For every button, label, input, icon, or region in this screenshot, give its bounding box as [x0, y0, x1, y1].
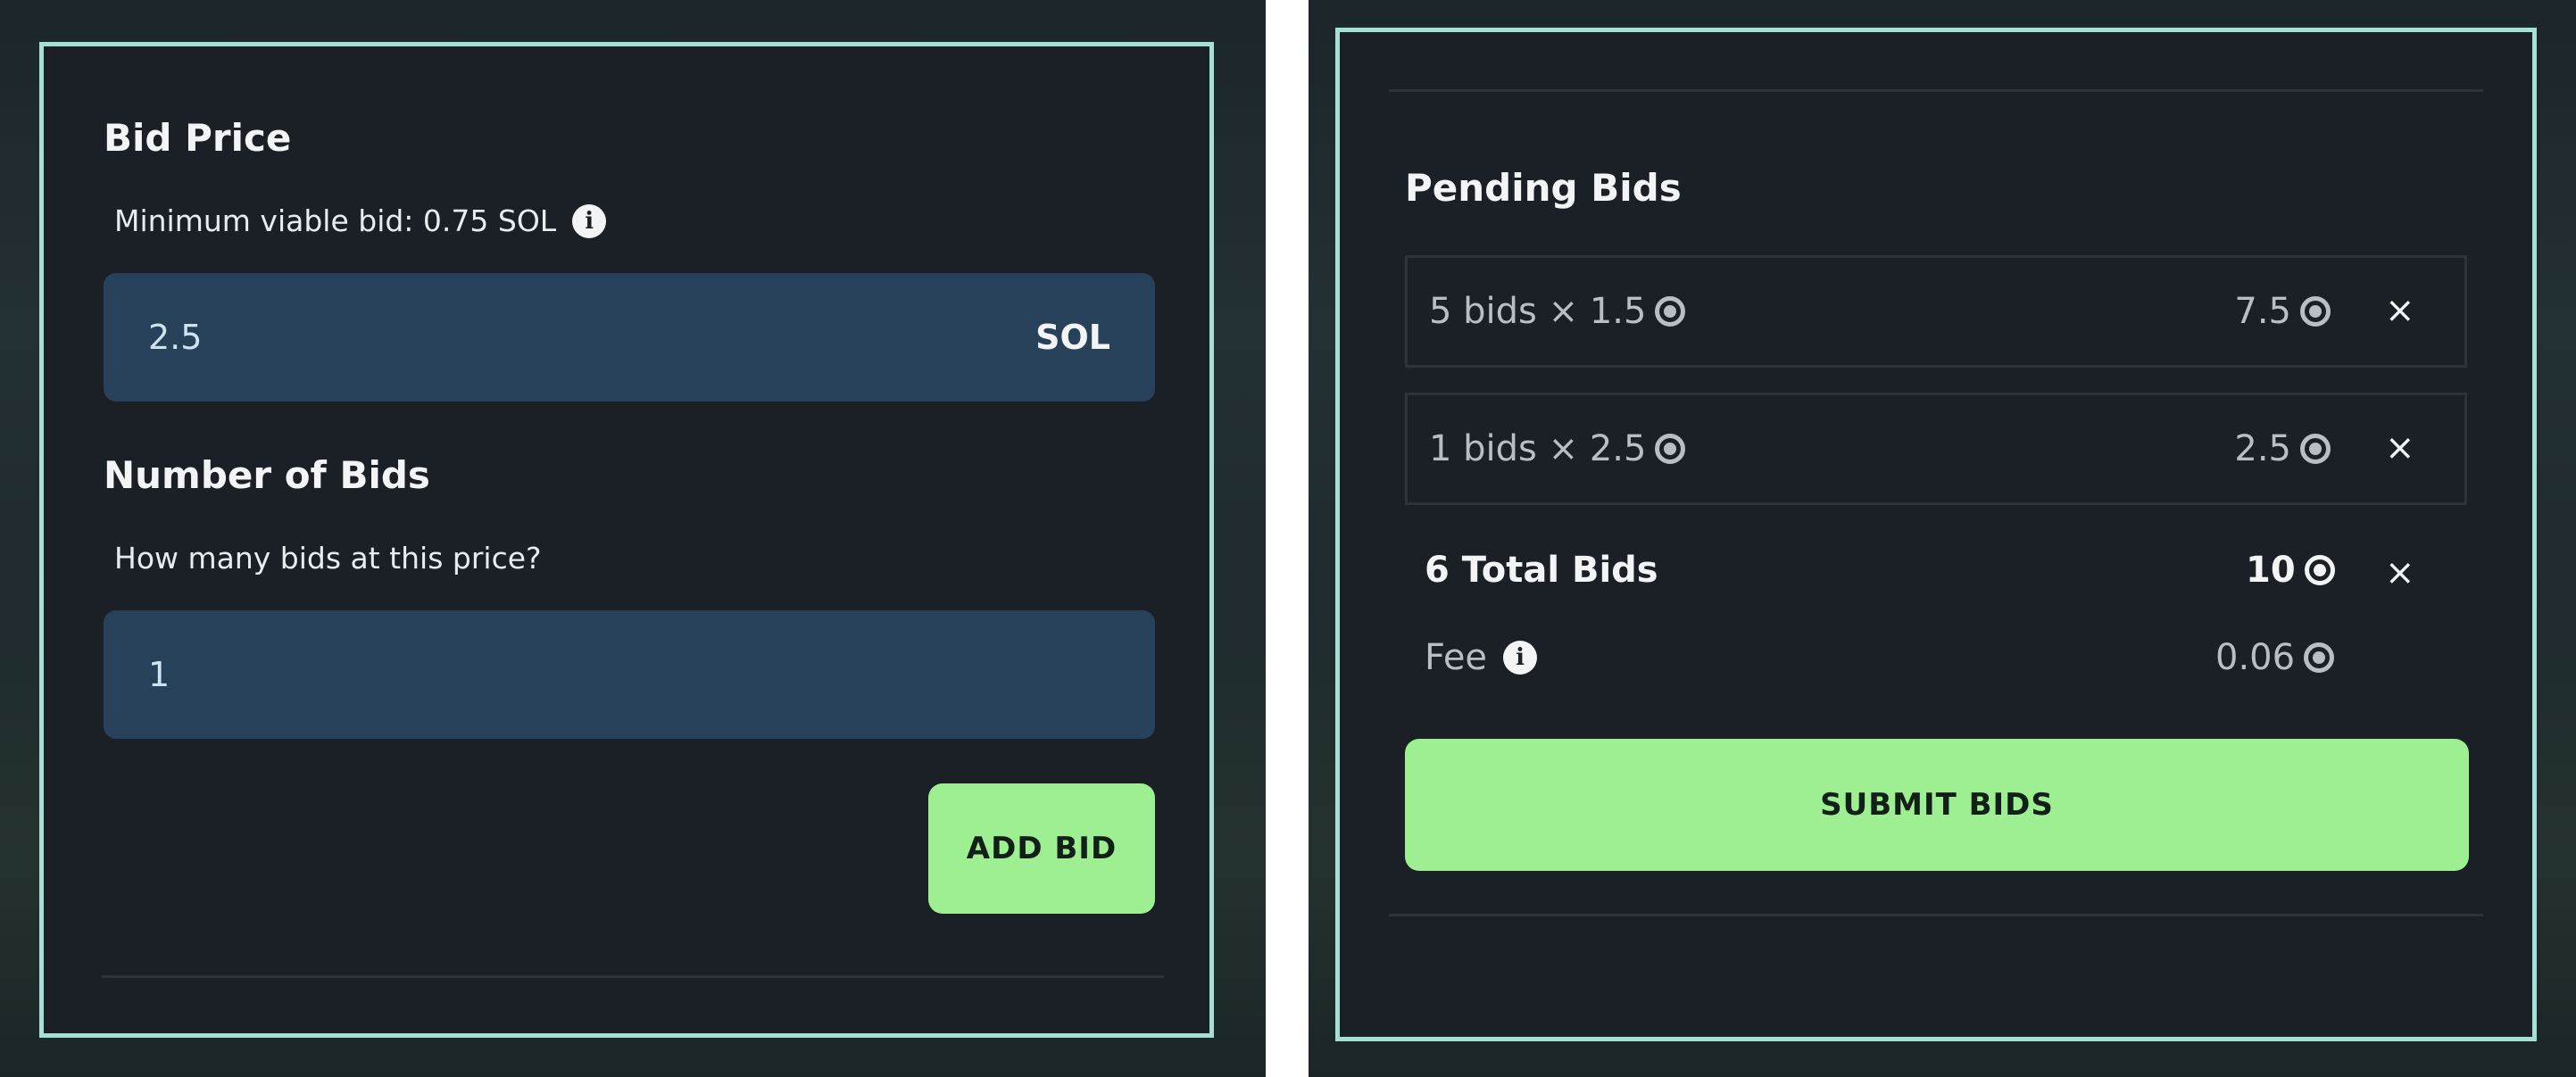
- fee-label-text: Fee: [1425, 637, 1488, 678]
- fee-amount: 0.06: [2215, 637, 2335, 678]
- bid-count-hint-text: How many bids at this price?: [114, 541, 542, 576]
- pending-bid-amount: 2.5: [2234, 395, 2331, 502]
- sol-coin-icon: [1655, 296, 1686, 327]
- pending-bid-description-text: 1 bids × 2.5: [1429, 428, 1647, 469]
- bid-price-value[interactable]: 2.5: [148, 318, 1035, 357]
- pending-bid-description: 5 bids × 1.5: [1429, 258, 1686, 365]
- pending-bid-amount-text: 2.5: [2234, 428, 2291, 469]
- pending-bid-description-text: 5 bids × 1.5: [1429, 291, 1647, 332]
- sol-coin-icon: [2304, 642, 2335, 673]
- pending-bid-row: 1 bids × 2.5 2.5: [1405, 393, 2467, 505]
- bid-price-input[interactable]: 2.5 SOL: [104, 273, 1155, 402]
- divider: [1389, 914, 2483, 916]
- pending-bids-heading: Pending Bids: [1405, 166, 1682, 210]
- remove-bid-close-icon[interactable]: ×: [2385, 430, 2415, 466]
- currency-unit-label: SOL: [1035, 318, 1110, 357]
- info-icon[interactable]: i: [1503, 641, 1538, 675]
- remove-bid-close-icon[interactable]: ×: [2385, 293, 2415, 328]
- total-bids-label: 6 Total Bids: [1425, 550, 1658, 591]
- min-bid-hint-text: Minimum viable bid: 0.75 SOL: [114, 203, 557, 238]
- divider: [1389, 89, 2483, 92]
- divider: [102, 975, 1164, 978]
- sol-coin-icon: [2300, 296, 2331, 327]
- sol-coin-icon: [2304, 555, 2335, 585]
- fee-amount-text: 0.06: [2215, 637, 2296, 678]
- total-amount: 10: [2246, 550, 2335, 591]
- pending-bid-row: 5 bids × 1.5 7.5: [1405, 255, 2467, 368]
- bid-count-hint: How many bids at this price?: [114, 541, 542, 576]
- bid-count-input[interactable]: 1: [104, 610, 1155, 739]
- submit-bids-button[interactable]: SUBMIT BIDS: [1405, 739, 2469, 871]
- clear-all-close-icon[interactable]: ×: [2385, 555, 2415, 591]
- number-of-bids-heading: Number of Bids: [104, 453, 430, 497]
- total-amount-text: 10: [2246, 550, 2296, 591]
- sol-coin-icon: [1655, 434, 1686, 464]
- pending-bid-amount: 7.5: [2234, 258, 2331, 365]
- sol-coin-icon: [2300, 434, 2331, 464]
- bid-count-value[interactable]: 1: [148, 655, 1110, 694]
- fee-label: Fee i: [1425, 637, 1538, 678]
- info-icon[interactable]: i: [572, 203, 607, 238]
- pending-bid-description: 1 bids × 2.5: [1429, 395, 1686, 502]
- pending-bid-amount-text: 7.5: [2234, 291, 2291, 332]
- add-bid-button[interactable]: ADD BID: [928, 783, 1155, 914]
- min-bid-hint: Minimum viable bid: 0.75 SOL i: [114, 203, 607, 238]
- bid-price-heading: Bid Price: [104, 116, 292, 160]
